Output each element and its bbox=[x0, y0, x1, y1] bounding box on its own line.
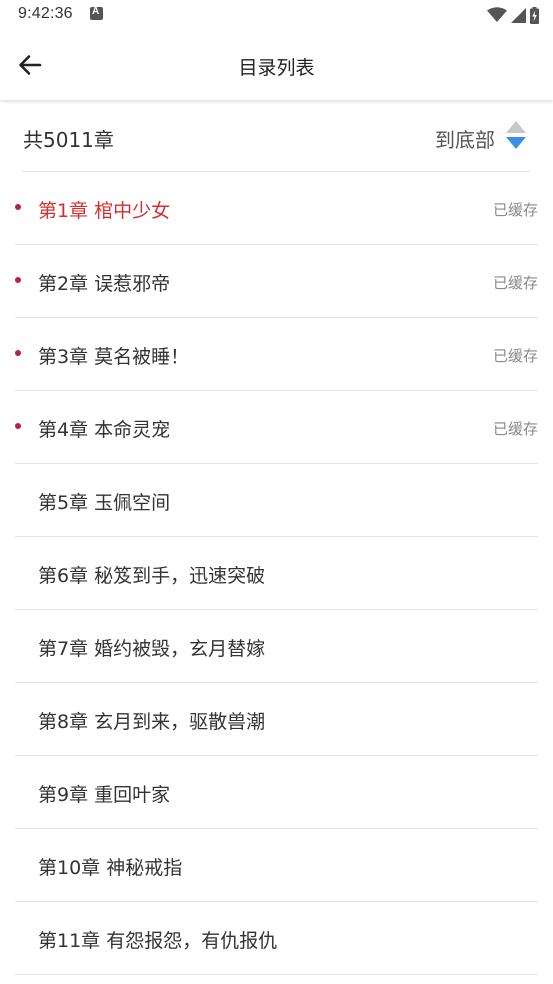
notification-icon bbox=[90, 6, 103, 20]
chapter-count: 共5011章 bbox=[23, 128, 114, 152]
chapter-item[interactable]: 第6章 秘笈到手，迅速突破 bbox=[15, 537, 538, 610]
cached-dot-icon bbox=[15, 204, 21, 210]
cache-status: 已缓存 bbox=[492, 201, 538, 219]
status-icons bbox=[483, 6, 539, 24]
status-time: 9:42:36 bbox=[18, 5, 73, 22]
chapter-title: 第10章 神秘戒指 bbox=[38, 857, 183, 879]
chapter-list: 第1章 棺中少女 已缓存 第2章 误惹邪帝 已缓存 第3章 莫名被睡！ 已缓存 … bbox=[15, 172, 538, 975]
chapter-title: 第9章 重回叶家 bbox=[38, 784, 171, 806]
sort-down-icon bbox=[506, 137, 526, 149]
wifi-icon bbox=[487, 7, 507, 23]
page-title: 目录列表 bbox=[238, 57, 315, 79]
chapter-item[interactable]: 第8章 玄月到来，驱散兽潮 bbox=[15, 683, 538, 756]
chapter-title: 第5章 玉佩空间 bbox=[38, 492, 171, 514]
cached-dot-icon bbox=[15, 277, 21, 283]
cache-status: 已缓存 bbox=[492, 420, 538, 438]
battery-icon bbox=[530, 6, 539, 24]
chapter-title: 第4章 本命灵宠 bbox=[38, 419, 171, 441]
jump-to-bottom-button[interactable]: 到底部 bbox=[435, 124, 495, 153]
cached-dot-icon bbox=[15, 423, 21, 429]
chapter-title: 第8章 玄月到来，驱散兽潮 bbox=[38, 711, 266, 733]
signal-icon bbox=[511, 7, 526, 23]
chapter-title: 第3章 莫名被睡！ bbox=[38, 346, 190, 368]
chapter-item[interactable]: 第3章 莫名被睡！ 已缓存 bbox=[15, 318, 538, 391]
chapter-item[interactable]: 第11章 有怨报怨，有仇报仇 bbox=[15, 902, 538, 975]
sort-up-icon bbox=[506, 121, 526, 133]
chapter-item[interactable]: 第9章 重回叶家 bbox=[15, 756, 538, 829]
app-bar: 目录列表 bbox=[0, 30, 553, 100]
chapter-item[interactable]: 第4章 本命灵宠 已缓存 bbox=[15, 391, 538, 464]
chapter-item[interactable]: 第2章 误惹邪帝 已缓存 bbox=[15, 245, 538, 318]
sort-toggle[interactable] bbox=[503, 120, 529, 154]
chapter-item[interactable]: 第5章 玉佩空间 bbox=[15, 464, 538, 537]
chapter-title: 第6章 秘笈到手，迅速突破 bbox=[38, 565, 266, 587]
cached-dot-icon bbox=[15, 350, 21, 356]
chapter-item[interactable]: 第1章 棺中少女 已缓存 bbox=[15, 172, 538, 245]
status-bar: 9:42:36 bbox=[0, 0, 553, 30]
chapter-title: 第11章 有怨报怨，有仇报仇 bbox=[38, 930, 278, 952]
chapter-item[interactable]: 第7章 婚约被毁，玄月替嫁 bbox=[15, 610, 538, 683]
chapter-title: 第7章 婚约被毁，玄月替嫁 bbox=[38, 638, 266, 660]
chapter-title: 第1章 棺中少女 bbox=[38, 200, 171, 222]
catalog-summary: 共5011章 到底部 bbox=[21, 101, 531, 172]
chapter-title: 第2章 误惹邪帝 bbox=[38, 273, 171, 295]
cache-status: 已缓存 bbox=[492, 274, 538, 292]
cache-status: 已缓存 bbox=[492, 347, 538, 365]
chapter-item[interactable]: 第10章 神秘戒指 bbox=[15, 829, 538, 902]
